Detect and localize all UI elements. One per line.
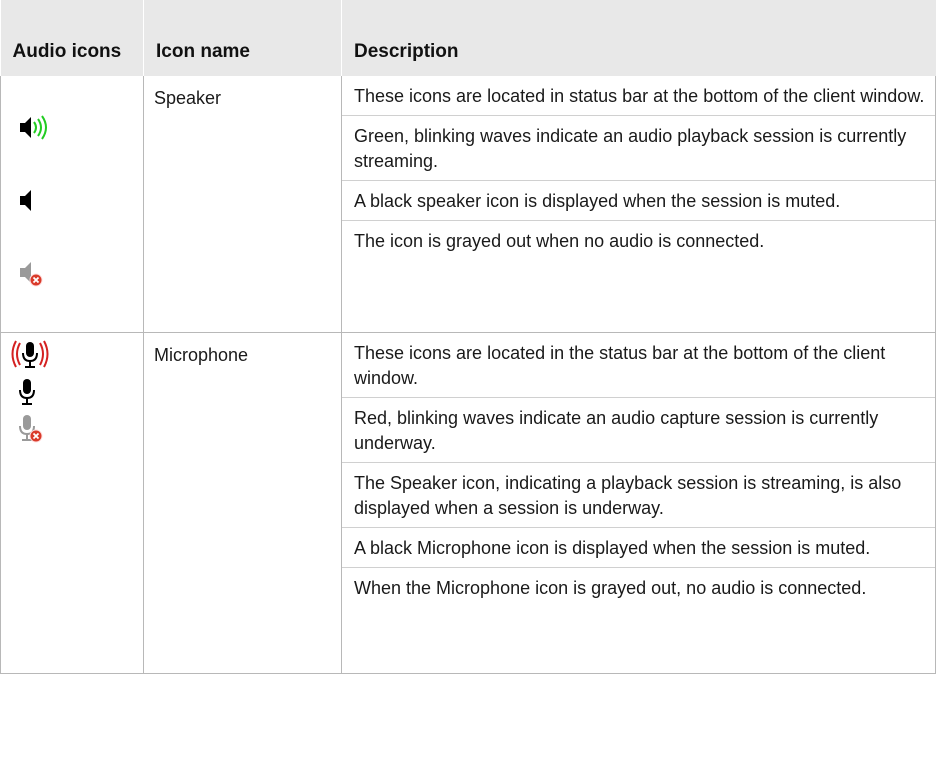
microphone-description-4: A black Microphone icon is displayed whe… bbox=[342, 527, 935, 567]
header-description: Description bbox=[341, 0, 936, 76]
speaker-icons-cell bbox=[0, 76, 144, 333]
speaker-black-icon bbox=[19, 188, 39, 219]
header-icon-name: Icon name bbox=[143, 0, 342, 76]
speaker-description-3: A black speaker icon is displayed when t… bbox=[342, 180, 935, 220]
audio-icons-table: Audio icons Icon name Description Speake… bbox=[0, 0, 936, 674]
microphone-grayed-out-icon bbox=[15, 413, 45, 450]
icon-name-speaker: Speaker bbox=[154, 88, 222, 108]
microphone-icons-cell bbox=[0, 332, 144, 674]
speaker-description-1: These icons are located in status bar at… bbox=[354, 86, 925, 106]
icon-name-microphone: Microphone bbox=[154, 345, 249, 365]
speaker-description-cell: These icons are located in status bar at… bbox=[341, 76, 936, 333]
speaker-name-cell: Speaker bbox=[143, 76, 342, 333]
microphone-black-icon bbox=[15, 377, 39, 412]
table-row-speaker: Speaker These icons are located in statu… bbox=[0, 76, 936, 333]
speaker-description-4: The icon is grayed out when no audio is … bbox=[342, 220, 935, 260]
microphone-description-cell: These icons are located in the status ba… bbox=[341, 332, 936, 674]
header-audio-icons: Audio icons bbox=[0, 0, 144, 76]
table-row-microphone: Microphone These icons are located in th… bbox=[0, 332, 936, 674]
microphone-description-5: When the Microphone icon is grayed out, … bbox=[342, 567, 935, 607]
speaker-description-2: Green, blinking waves indicate an audio … bbox=[342, 115, 935, 180]
microphone-description-3: The Speaker icon, indicating a playback … bbox=[342, 462, 935, 527]
microphone-name-cell: Microphone bbox=[143, 332, 342, 674]
speaker-green-waves-icon bbox=[19, 114, 51, 147]
table-header-row: Audio icons Icon name Description bbox=[0, 0, 936, 76]
microphone-description-2: Red, blinking waves indicate an audio ca… bbox=[342, 397, 935, 462]
speaker-grayed-out-icon bbox=[19, 260, 45, 293]
microphone-description-1: These icons are located in the status ba… bbox=[354, 343, 886, 388]
microphone-red-waves-icon bbox=[11, 339, 49, 376]
